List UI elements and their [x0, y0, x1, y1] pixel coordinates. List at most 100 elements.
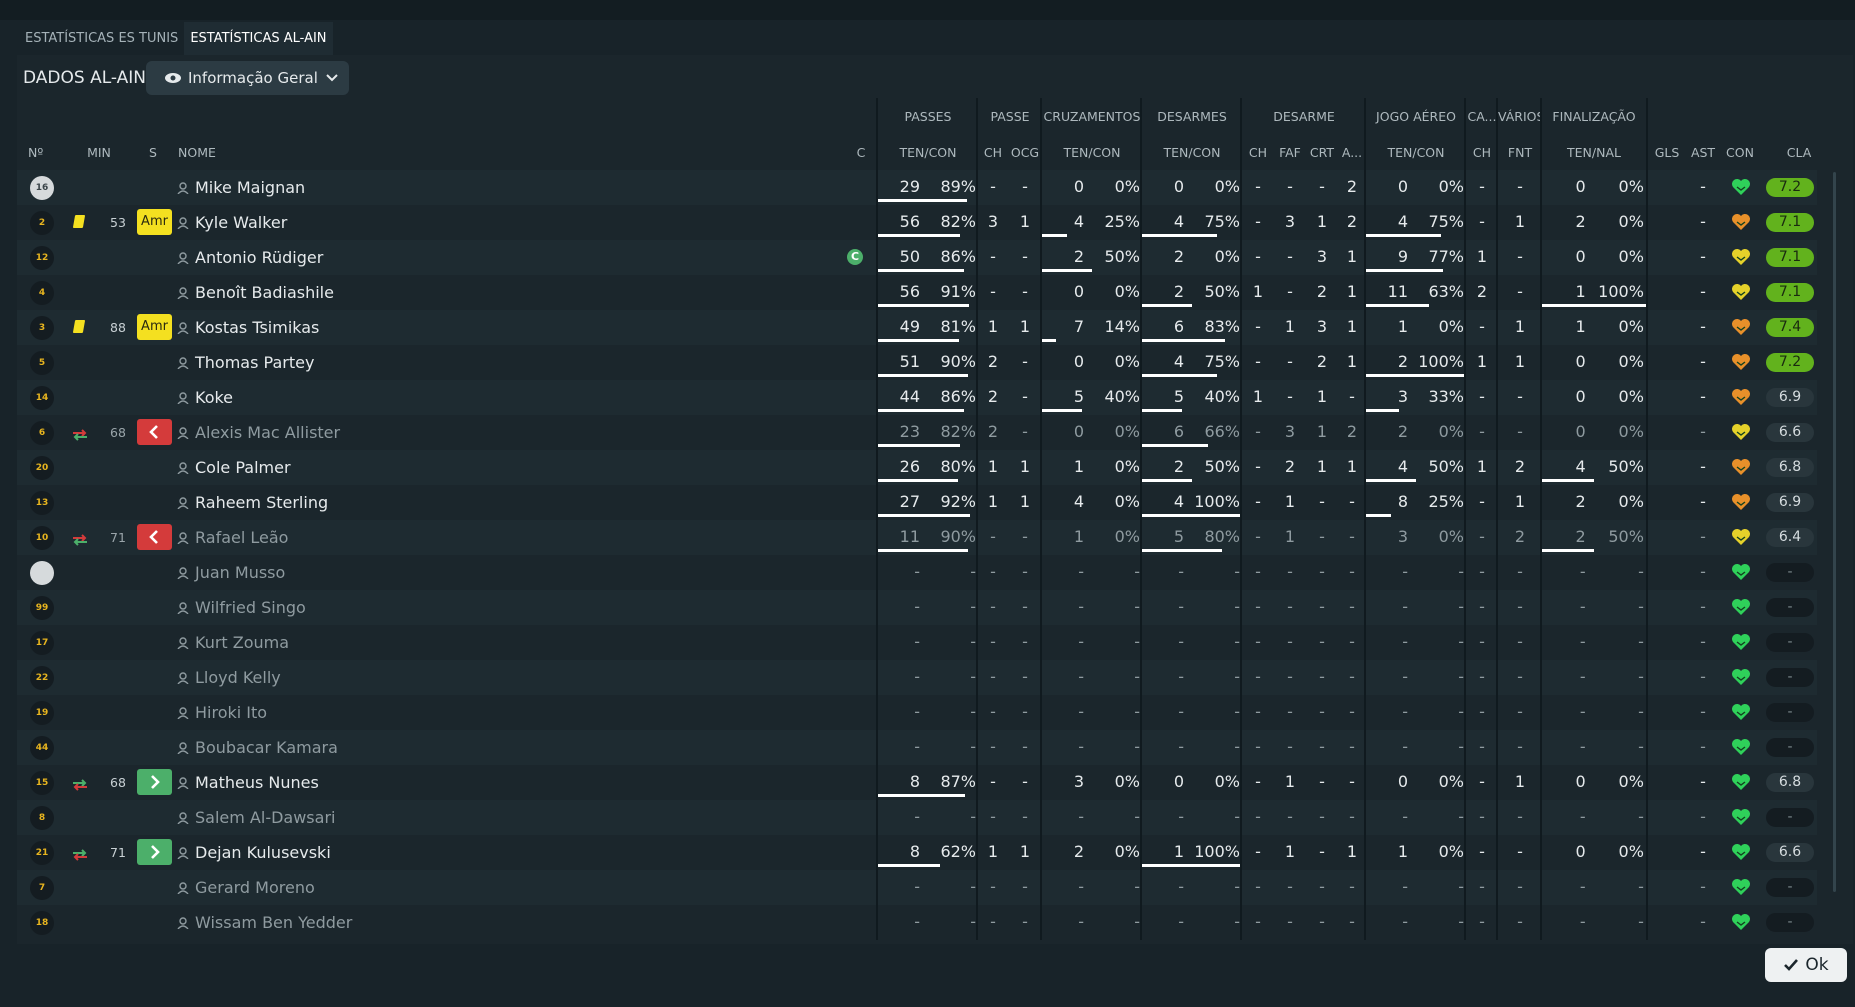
col-header-des-ch[interactable]: CH [1242, 136, 1274, 170]
col-header-final-tennal[interactable]: TEN/NAL [1542, 136, 1646, 170]
table-row[interactable]: 14 Koke 44 86% 2-5 40% 5 40% 1-1-3 33% - -0 0% -6.9 [17, 380, 1817, 415]
table-row[interactable]: 17 Kurt Zouma - - - - - - - - - - - - - - - - - - - - [17, 625, 1817, 660]
player-name-cell[interactable]: Rafael Leão [177, 520, 288, 555]
player-name[interactable]: Thomas Partey [195, 353, 314, 372]
col-header-passe-ch[interactable]: CH [978, 136, 1008, 170]
col-header-s[interactable]: S [145, 136, 161, 170]
player-name[interactable]: Alexis Mac Allister [195, 423, 340, 442]
col-header-min[interactable]: MIN [80, 136, 118, 170]
player-name-cell[interactable]: Cole Palmer [177, 450, 291, 485]
player-name-cell[interactable]: Lloyd Kelly [177, 660, 281, 695]
player-name-cell[interactable]: Boubacar Kamara [177, 730, 338, 765]
player-name-cell[interactable]: Kurt Zouma [177, 625, 289, 660]
table-row[interactable]: 20 Cole Palmer 26 80% 1 1 1 0% 2 50% -2 1 1 4 50% 1 2 4 50… [17, 450, 1817, 485]
player-name[interactable]: Antonio Rüdiger [195, 248, 323, 267]
col-header-passes-tencon[interactable]: TEN/CON [878, 136, 978, 170]
player-name[interactable]: Kyle Walker [195, 213, 287, 232]
tab-stats-es-tunis[interactable]: ESTATÍSTICAS ES TUNIS [19, 22, 184, 55]
subbed-on-button[interactable] [137, 769, 172, 795]
player-name-cell[interactable]: Thomas Partey [177, 345, 314, 380]
table-row[interactable]: 19 Hiroki Ito - - - - - - - - - - - - - - - - - - - - [17, 695, 1817, 730]
table-row[interactable]: 5 Thomas Partey 51 90% 2-0 0% 4 75% - -2 1 2 100% 1 1 0… [17, 345, 1817, 380]
player-name[interactable]: Kostas Tsimikas [195, 318, 319, 337]
player-name[interactable]: Raheem Sterling [195, 493, 328, 512]
col-header-name[interactable]: NOME [178, 136, 258, 170]
table-row[interactable]: 8 Salem Al-Dawsari - - - - - - - - - - - - - - - - - - - - [17, 800, 1817, 835]
player-name[interactable]: Lloyd Kelly [195, 668, 281, 687]
subbed-on-button[interactable] [137, 839, 172, 865]
ok-button[interactable]: Ok [1765, 948, 1847, 982]
stat-faf: - [1287, 177, 1293, 196]
col-header-des-a[interactable]: A... [1338, 136, 1366, 170]
player-name[interactable]: Matheus Nunes [195, 773, 319, 792]
col-header-ca-ch[interactable]: CH [1466, 136, 1498, 170]
player-name-cell[interactable]: Koke [177, 380, 233, 415]
table-row[interactable]: 18 Wissam Ben Yedder - - - - - - - - - - - - - - - - - - - - [17, 905, 1817, 940]
player-name-cell[interactable]: Mike Maignan [177, 170, 305, 205]
col-header-desarmes-tencon[interactable]: TEN/CON [1142, 136, 1242, 170]
col-header-aereo-tencon[interactable]: TEN/CON [1366, 136, 1466, 170]
player-name-cell[interactable]: Raheem Sterling [177, 485, 328, 520]
col-header-ast[interactable]: AST [1688, 136, 1718, 170]
player-name-cell[interactable]: Dejan Kulusevski [177, 835, 331, 870]
table-scrollbar[interactable] [1833, 172, 1836, 892]
player-name[interactable]: Kurt Zouma [195, 633, 289, 652]
player-name[interactable]: Wilfried Singo [195, 598, 306, 617]
player-name[interactable]: Salem Al-Dawsari [195, 808, 335, 827]
player-name[interactable]: Hiroki Ito [195, 703, 267, 722]
col-header-con[interactable]: CON [1724, 136, 1756, 170]
table-row[interactable]: 3 88 Amr Kostas Tsimikas 49 81% 1 1 7 14% 6 83% -1 3 1… [17, 310, 1817, 345]
col-header-des-crt[interactable]: CRT [1306, 136, 1338, 170]
player-name-cell[interactable]: Hiroki Ito [177, 695, 267, 730]
player-name[interactable]: Mike Maignan [195, 178, 305, 197]
table-row[interactable]: 13 Raheem Sterling 27 92% 1 1 4 0% 4 100% -1- -8 25%… [17, 485, 1817, 520]
tab-stats-al-ain[interactable]: ESTATÍSTICAS AL-AIN [184, 22, 333, 55]
col-header-des-faf[interactable]: FAF [1274, 136, 1306, 170]
col-header-varios-fnt[interactable]: FNT [1498, 136, 1542, 170]
col-header-num[interactable]: Nº [28, 136, 58, 170]
player-name[interactable]: Rafael Leão [195, 528, 288, 547]
table-row[interactable]: 21 71 Dejan Kulusevski 8 62% 1 1 2 0% 1 100% -1-1 1 0… [17, 835, 1817, 870]
player-name-cell[interactable]: Alexis Mac Allister [177, 415, 340, 450]
table-row[interactable]: 22 Lloyd Kelly - - - - - - - - - - - - - - - - - - - - [17, 660, 1817, 695]
col-header-gls[interactable]: GLS [1652, 136, 1682, 170]
stat-aer-percent: 50% [1428, 457, 1464, 476]
table-row[interactable]: 15 68 Matheus Nunes 8 87% - -3 0% 0 0% -1- -0 0% -1 0 0… [17, 765, 1817, 800]
table-row[interactable]: 44 Boubacar Kamara - - - - - - - - - - - - - - - - - - - - [17, 730, 1817, 765]
player-name[interactable]: Boubacar Kamara [195, 738, 338, 757]
subbed-off-button[interactable] [137, 419, 172, 445]
player-name-cell[interactable]: Salem Al-Dawsari [177, 800, 335, 835]
table-row[interactable]: 7 Gerard Moreno - - - - - - - - - - - - - - - - - - - - [17, 870, 1817, 905]
player-name[interactable]: Wissam Ben Yedder [195, 913, 352, 932]
table-row[interactable]: 10 71 Rafael Leão 11 90% - -1 0% 5 80% -1- -3 0% -2 2 5… [17, 520, 1817, 555]
table-row[interactable]: 6 68 Alexis Mac Allister 23 82% 2-0 0% 6 66% -3 1 2… [17, 415, 1817, 450]
player-name[interactable]: Gerard Moreno [195, 878, 315, 897]
table-row[interactable]: 12 Antonio Rüdiger C 50 86% - -2 50% 2 0% - -3 1 9 77%… [17, 240, 1817, 275]
player-name-cell[interactable]: Wilfried Singo [177, 590, 306, 625]
player-name-cell[interactable]: Matheus Nunes [177, 765, 319, 800]
player-name[interactable]: Juan Musso [195, 563, 285, 582]
player-name-cell[interactable]: Kostas Tsimikas [177, 310, 319, 345]
table-row[interactable]: Juan Musso - - - - - - - - - - - - - - - - - - - - [17, 555, 1817, 590]
player-name-cell[interactable]: Wissam Ben Yedder [177, 905, 352, 940]
table-row[interactable]: 4 Benoît Badiashile 56 91% - -0 0% 2 50% 1-2 1 11 63… [17, 275, 1817, 310]
subbed-off-button[interactable] [137, 524, 172, 550]
table-row[interactable]: 16 Mike Maignan 29 89% - -0 0% 0 0% - - -2 0 0% - -0 0% -… [17, 170, 1817, 205]
col-header-cruz-tencon[interactable]: TEN/CON [1042, 136, 1142, 170]
player-name[interactable]: Benoît Badiashile [195, 283, 334, 302]
col-header-c[interactable]: C [851, 136, 871, 170]
player-name-cell[interactable]: Juan Musso [177, 555, 285, 590]
player-name[interactable]: Koke [195, 388, 233, 407]
table-row[interactable]: 99 Wilfried Singo - - - - - - - - - - - - - - - - - - - - [17, 590, 1817, 625]
stat-aer-attempts: 1 [1397, 842, 1408, 861]
player-name[interactable]: Cole Palmer [195, 458, 291, 477]
player-name[interactable]: Dejan Kulusevski [195, 843, 331, 862]
table-row[interactable]: 2 53 Amr Kyle Walker 56 82% 3 1 4 25% 4 75% -3 1 2 4 75%… [17, 205, 1817, 240]
player-name-cell[interactable]: Gerard Moreno [177, 870, 315, 905]
player-name-cell[interactable]: Benoît Badiashile [177, 275, 334, 310]
view-selector-dropdown[interactable]: Informação Geral [146, 61, 349, 95]
col-header-cla[interactable]: CLA [1776, 136, 1822, 170]
col-header-passe-ocg[interactable]: OCG [1008, 136, 1042, 170]
player-name-cell[interactable]: Kyle Walker [177, 205, 287, 240]
player-name-cell[interactable]: Antonio Rüdiger [177, 240, 323, 275]
